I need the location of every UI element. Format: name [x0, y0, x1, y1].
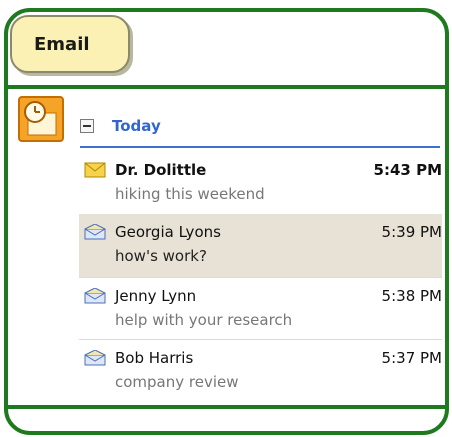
message-row[interactable]: Georgia Lyons how's work? 5:39 PM: [79, 214, 442, 277]
email-tab[interactable]: Email: [10, 15, 130, 73]
message-sender: Jenny Lynn: [115, 287, 197, 305]
message-sender: Bob Harris: [115, 349, 194, 367]
message-subject: hiking this weekend: [115, 185, 265, 203]
message-row[interactable]: Bob Harris company review 5:37 PM: [79, 340, 442, 403]
message-time: 5:37 PM: [381, 349, 442, 367]
email-tab-label: Email: [34, 34, 90, 55]
closed-envelope-icon: [84, 162, 106, 178]
message-sender: Georgia Lyons: [115, 223, 221, 241]
message-subject: help with your research: [115, 311, 293, 329]
message-time: 5:43 PM: [373, 161, 442, 179]
message-row[interactable]: Jenny Lynn help with your research 5:38 …: [79, 278, 442, 341]
open-envelope-icon: [84, 224, 106, 240]
header-divider: [8, 85, 445, 89]
message-subject: how's work?: [115, 247, 207, 265]
group-rule: [80, 146, 440, 148]
calendar-clock-icon: [18, 96, 64, 142]
footer-divider: [8, 405, 445, 409]
message-row[interactable]: Dr. Dolittle hiking this weekend 5:43 PM: [79, 152, 442, 215]
message-time: 5:39 PM: [381, 223, 442, 241]
collapse-icon[interactable]: [80, 119, 94, 133]
group-label: Today: [112, 117, 161, 135]
message-time: 5:38 PM: [381, 287, 442, 305]
open-envelope-icon: [84, 350, 106, 366]
open-envelope-icon: [84, 288, 106, 304]
message-sender: Dr. Dolittle: [115, 161, 207, 179]
message-subject: company review: [115, 373, 239, 391]
